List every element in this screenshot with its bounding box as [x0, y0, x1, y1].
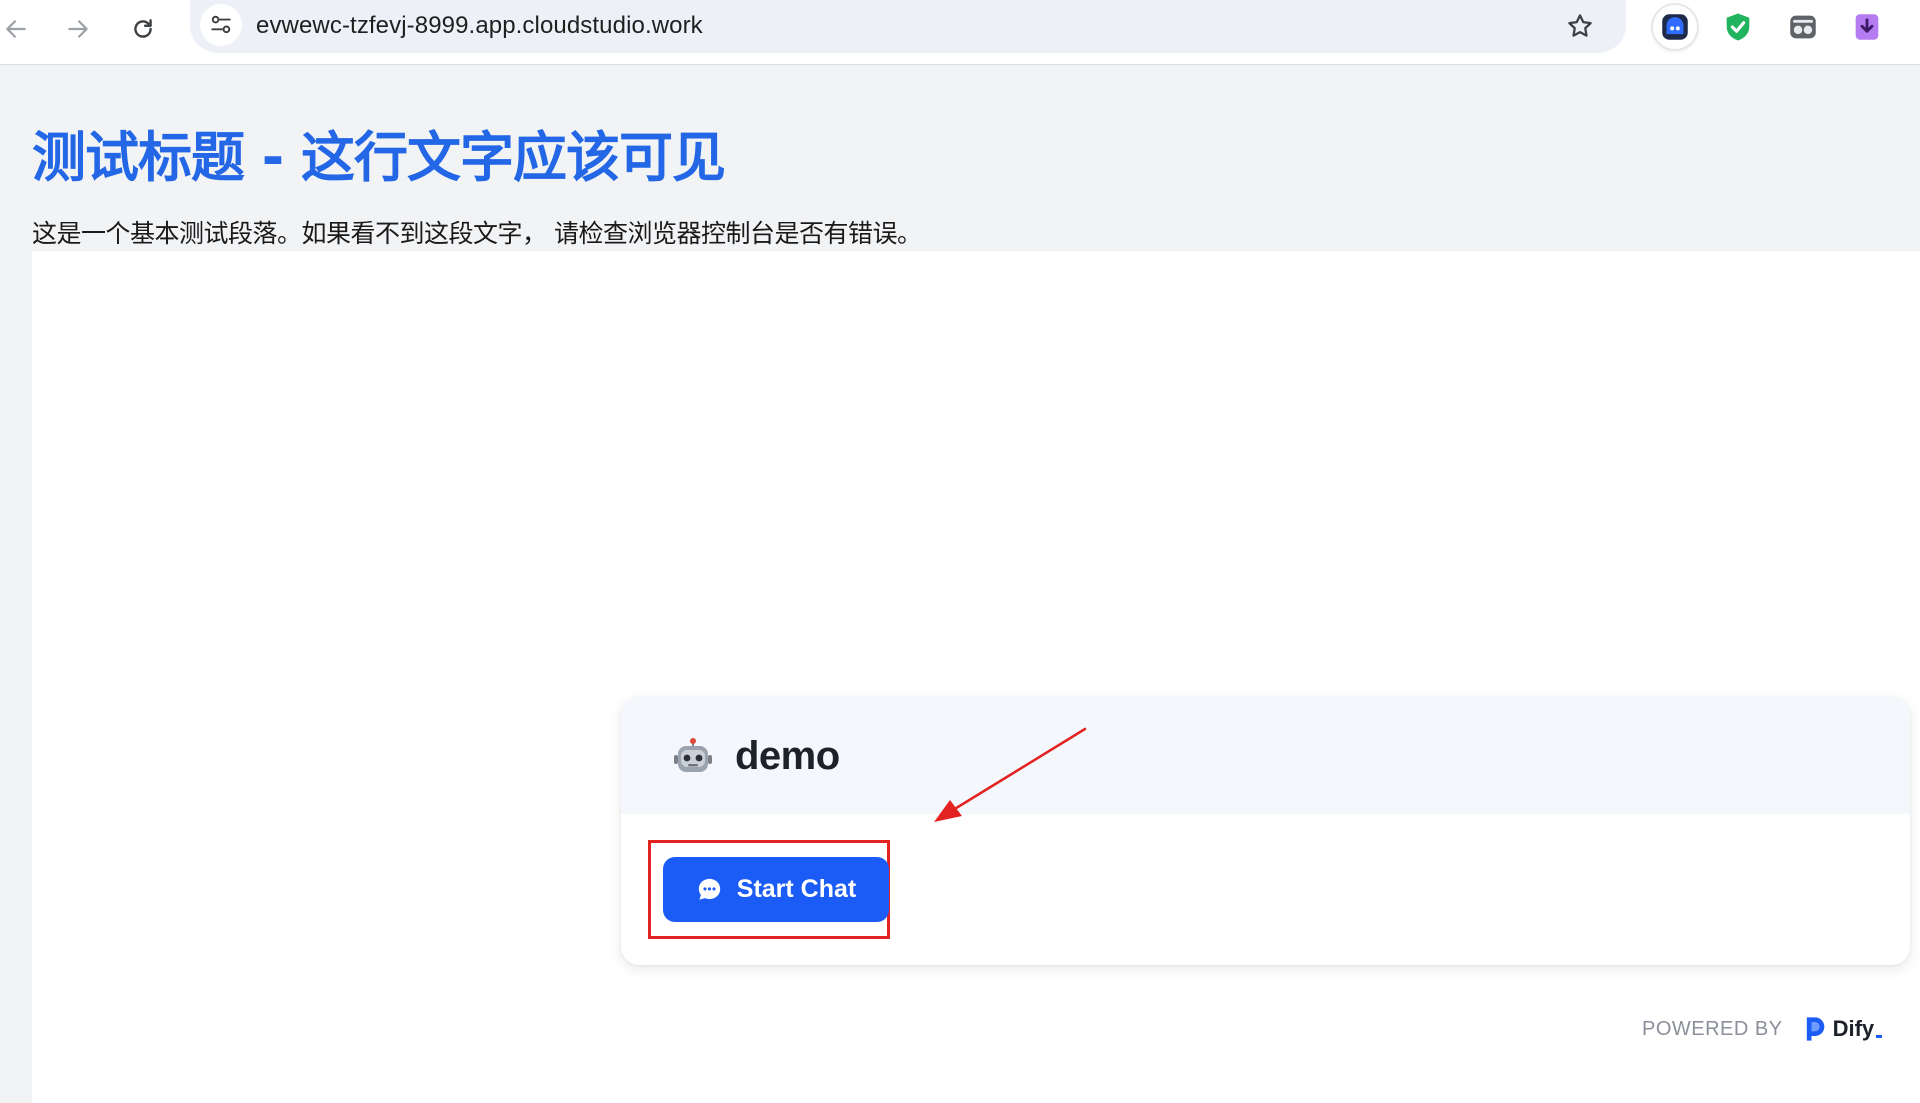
reload-button[interactable]	[121, 7, 165, 51]
star-icon	[1568, 14, 1592, 37]
bookmark-button[interactable]	[1560, 6, 1600, 46]
start-chat-button[interactable]: Start Chat	[663, 857, 889, 922]
start-chat-label: Start Chat	[736, 875, 857, 903]
chat-card: demo Start Chat	[621, 697, 1910, 965]
extension-incognito-button[interactable]	[1781, 5, 1825, 49]
arrow-right-icon	[68, 20, 88, 38]
shield-check-extension-icon	[1726, 13, 1750, 41]
powered-by-footer: POWERED BY Dify	[1642, 1014, 1883, 1044]
arrow-left-icon	[6, 20, 26, 38]
back-button[interactable]	[0, 7, 38, 51]
ghost-extension-icon	[1662, 14, 1688, 40]
dify-logo[interactable]: Dify	[1803, 1015, 1883, 1043]
dify-brand-dot	[1876, 1034, 1883, 1038]
url-text[interactable]: evwewc-tzfevj-8999.app.cloudstudio.work	[256, 12, 703, 40]
forward-button[interactable]	[56, 7, 100, 51]
app-name: demo	[735, 734, 840, 778]
browser-toolbar: evwewc-tzfevj-8999.app.cloudstudio.work	[0, 0, 1920, 65]
extension-ghost-button[interactable]	[1653, 5, 1697, 49]
tune-icon	[211, 15, 231, 34]
powered-by-label: POWERED BY	[1642, 1017, 1783, 1040]
card-header: demo	[621, 697, 1910, 814]
robot-icon	[674, 738, 712, 772]
reload-icon	[134, 19, 152, 38]
incognito-extension-icon	[1790, 15, 1816, 39]
dify-logo-icon	[1806, 1017, 1824, 1041]
extension-shield-button[interactable]	[1716, 5, 1760, 49]
address-bar[interactable]: evwewc-tzfevj-8999.app.cloudstudio.work	[190, 0, 1626, 53]
embed-frame-area	[32, 251, 1920, 1103]
page-paragraph: 这是一个基本测试段落。如果看不到这段文字， 请检查浏览器控制台是否有错误。	[32, 219, 922, 248]
annotation-arrow	[934, 727, 1087, 822]
chat-bubble-icon	[698, 878, 720, 900]
site-info-button[interactable]	[200, 4, 242, 46]
extension-download-button[interactable]	[1845, 5, 1889, 49]
download-extension-icon	[1855, 14, 1879, 40]
page-title: 测试标题 - 这行文字应该可见	[32, 126, 726, 189]
dify-brand-text: Dify	[1832, 1016, 1875, 1041]
